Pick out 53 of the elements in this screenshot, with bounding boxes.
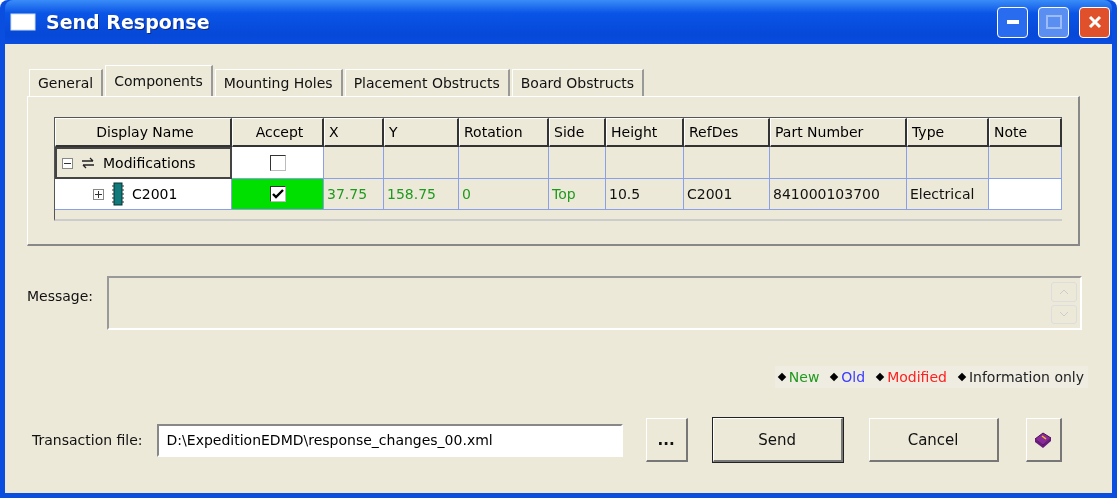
chip-icon	[112, 182, 124, 206]
column-header[interactable]: Part Number	[770, 118, 907, 147]
tree-item[interactable]: C2001	[55, 179, 232, 210]
minimize-icon	[1006, 20, 1019, 24]
minimize-button[interactable]	[997, 6, 1028, 38]
browse-button[interactable]: ...	[645, 418, 688, 462]
checkbox[interactable]	[269, 154, 286, 171]
table-cell: 841000103700	[770, 179, 907, 210]
table-cell: 37.75	[324, 179, 384, 210]
column-header[interactable]: X	[324, 118, 384, 147]
column-header[interactable]: RefDes	[684, 118, 770, 147]
maximize-button[interactable]	[1038, 6, 1069, 38]
transaction-file-label: Transaction file:	[32, 432, 143, 448]
send-button[interactable]: Send	[712, 418, 843, 462]
tab[interactable]: Components	[105, 65, 213, 96]
cancel-button[interactable]: Cancel	[868, 418, 999, 462]
table-cell: C2001	[684, 179, 770, 210]
tree-item[interactable]: Modifications	[55, 147, 232, 179]
collapse-icon[interactable]	[62, 157, 73, 169]
window-icon	[10, 13, 36, 31]
checkbox[interactable]	[269, 186, 286, 202]
table-cell: 158.75	[384, 179, 459, 210]
column-header[interactable]: Y	[384, 118, 459, 147]
column-header[interactable]: Side	[549, 118, 606, 147]
table-cell	[549, 147, 606, 179]
transaction-file-field[interactable]: D:\ExpeditionEDMD\response_changes_00.xml	[156, 423, 623, 457]
table-cell: 0	[459, 179, 549, 210]
table-cell: 10.5	[606, 179, 684, 210]
column-header[interactable]: Display Name	[55, 118, 232, 147]
legend-item: Old	[831, 369, 866, 385]
swap-arrows-icon	[81, 157, 95, 169]
close-icon	[1087, 15, 1102, 29]
column-header[interactable]: Type	[907, 118, 989, 147]
tab[interactable]: Mounting Holes	[214, 69, 343, 96]
close-button[interactable]	[1079, 6, 1110, 38]
column-header[interactable]: Note	[989, 118, 1062, 147]
column-header[interactable]: Accept	[232, 118, 324, 147]
expand-icon[interactable]	[93, 188, 104, 200]
window-title: Send Response	[46, 11, 211, 33]
column-header[interactable]: Height	[606, 118, 684, 147]
book-button[interactable]	[1025, 418, 1062, 462]
legend-item: New	[778, 369, 820, 385]
legend-item: Modified	[877, 369, 947, 385]
tab[interactable]: Placement Obstructs	[344, 69, 510, 96]
table-cell: Top	[549, 179, 606, 210]
message-label: Message:	[27, 288, 94, 304]
column-header[interactable]: Rotation	[459, 118, 549, 147]
tab[interactable]: Board Obstructs	[511, 69, 645, 96]
tab[interactable]: General	[29, 69, 104, 96]
table-cell: Electrical	[907, 179, 989, 210]
book-icon	[1033, 430, 1054, 449]
maximize-icon	[1045, 15, 1062, 29]
legend-item: Information only	[958, 369, 1084, 385]
